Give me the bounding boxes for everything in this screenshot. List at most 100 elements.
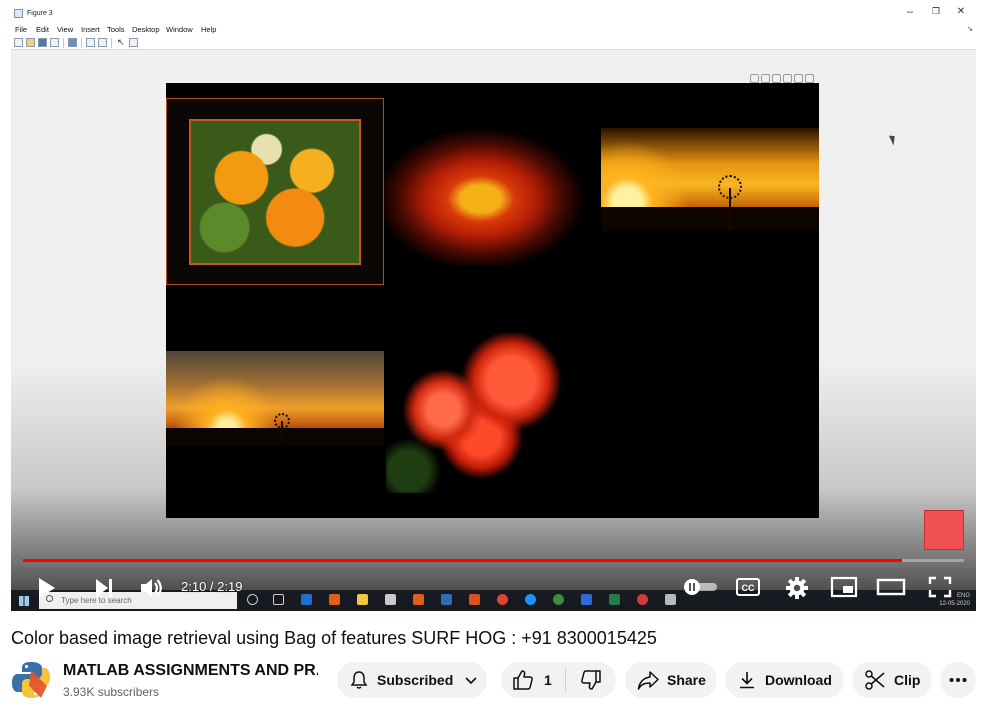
app-icon [553, 594, 564, 605]
menu-desktop: Desktop [132, 25, 160, 34]
share-button[interactable]: Share [625, 662, 717, 698]
theater-mode-button[interactable] [876, 575, 906, 599]
progress-bar[interactable] [23, 559, 964, 562]
menu-tools: Tools [107, 25, 125, 34]
link-plot-icon [68, 38, 77, 47]
excel-app-icon [609, 594, 620, 605]
restore-icon: ❐ [931, 6, 941, 16]
channel-avatar[interactable] [11, 660, 51, 700]
python-logo-icon [12, 662, 50, 698]
play-icon [39, 578, 55, 598]
pointer-icon: ↖ [117, 37, 125, 47]
chrome-app-icon [497, 594, 508, 605]
settings-button[interactable] [784, 575, 810, 601]
scissors-icon [865, 670, 885, 690]
like-button[interactable]: 1 [501, 662, 565, 698]
svg-text:CC: CC [742, 583, 755, 593]
cc-icon: CC [736, 578, 760, 596]
thumbs-down-icon [581, 670, 601, 690]
image-dandelion-sunset [601, 128, 819, 231]
download-label: Download [765, 672, 832, 688]
subscribed-button[interactable]: Subscribed [337, 662, 487, 698]
image-bouquet [166, 98, 384, 285]
menu-view: View [57, 25, 74, 34]
ie-app-icon [525, 594, 536, 605]
bell-icon [350, 671, 368, 689]
miniplayer-button[interactable] [830, 575, 858, 599]
chevron-down-icon [465, 677, 477, 685]
thumbs-up-icon [513, 670, 533, 690]
close-icon: ✕ [956, 6, 966, 17]
more-actions-button[interactable] [940, 662, 976, 698]
menu-edit: Edit [36, 25, 49, 34]
autoplay-toggle-icon [684, 579, 717, 595]
subtitles-button[interactable]: CC [735, 575, 761, 599]
time-display: 2:10 / 2:19 [181, 579, 243, 594]
windows-start-icon [19, 596, 29, 606]
clip-button[interactable]: Clip [852, 662, 932, 698]
volume-button[interactable] [138, 575, 166, 601]
like-dislike-group: 1 [501, 662, 616, 698]
print-icon [50, 38, 59, 47]
legend-icon [98, 38, 107, 47]
volume-icon [141, 579, 162, 597]
menu-insert: Insert [81, 25, 100, 34]
menu-help: Help [201, 25, 217, 34]
matlab-app-icon [413, 594, 424, 605]
download-icon [740, 672, 754, 689]
axes-toolbar [750, 70, 816, 83]
matlab-window-title: Figure 3 [27, 10, 53, 17]
matlab-app-icon [469, 594, 480, 605]
next-video-button[interactable] [91, 575, 117, 601]
play-button[interactable] [33, 575, 59, 601]
retrieved-images-panel [166, 83, 819, 518]
open-file-icon [26, 38, 35, 47]
fullscreen-icon [928, 576, 952, 598]
theater-icon [876, 578, 906, 596]
video-title: Color based image retrieval using Bag of… [11, 628, 657, 648]
video-player[interactable]: Figure 3 – ❐ ✕ File Edit View Insert Too… [11, 0, 976, 611]
image-red-roses [386, 333, 576, 493]
edge-app-icon [301, 594, 312, 605]
channel-name[interactable]: MATLAB ASSIGNMENTS AND PR... [63, 662, 318, 680]
colorbar-icon [86, 38, 95, 47]
autoplay-toggle[interactable] [683, 578, 719, 596]
store-app-icon [385, 594, 396, 605]
matlab-toolbar: ↖ [11, 36, 976, 50]
pan-icon [772, 74, 781, 83]
toolbar-divider [81, 38, 82, 48]
progress-played [23, 559, 902, 562]
file-explorer-icon [357, 594, 368, 605]
app-icon [637, 594, 648, 605]
folder-app-icon [665, 594, 676, 605]
next-icon [96, 579, 112, 597]
subscribed-label: Subscribed [377, 672, 454, 688]
dislike-button[interactable] [566, 662, 616, 698]
zoom-out-icon [794, 74, 803, 83]
home-icon [805, 74, 814, 83]
ground-silhouette [601, 207, 819, 231]
new-figure-icon [14, 38, 23, 47]
tray-date: 12-05-2020 [939, 601, 970, 607]
property-editor-icon [129, 38, 138, 47]
menu-file: File [15, 25, 28, 34]
fullscreen-button[interactable] [927, 575, 953, 599]
matlab-app-icon [329, 594, 340, 605]
download-button[interactable]: Download [725, 662, 844, 698]
subscriber-count: 3.93K subscribers [63, 685, 160, 699]
toolbar-divider [63, 38, 64, 48]
mail-app-icon [441, 594, 452, 605]
more-horizontal-icon [949, 678, 967, 682]
tray-language: ENG [956, 593, 970, 599]
sticky-note [924, 510, 964, 550]
word-app-icon [581, 594, 592, 605]
ground-silhouette [166, 428, 384, 446]
dandelion-puff [718, 175, 742, 199]
settings-icon [786, 577, 808, 599]
share-label: Share [667, 672, 706, 688]
zoom-in-icon [783, 74, 792, 83]
share-icon [637, 671, 659, 690]
menu-window: Window [166, 25, 193, 34]
image-dandelion-dusk [166, 351, 384, 446]
save-icon [38, 38, 47, 47]
